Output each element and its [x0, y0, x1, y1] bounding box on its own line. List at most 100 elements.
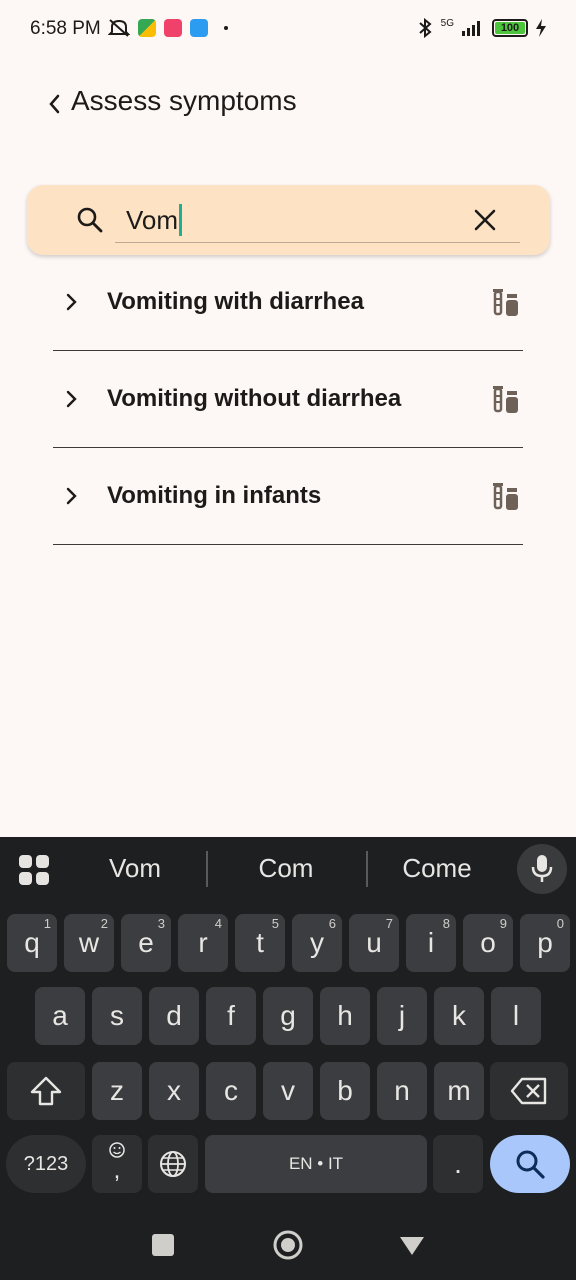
key-hint: 8 [442, 916, 450, 931]
key-hint: 6 [328, 916, 336, 931]
space-key[interactable]: EN • IT [205, 1135, 427, 1193]
symptom-label: Vomiting with diarrhea [107, 288, 364, 315]
expand-chevron-icon [66, 293, 77, 311]
key-label: e [138, 927, 154, 958]
network-type: 5G [440, 17, 454, 29]
key-i[interactable]: i8 [406, 914, 456, 972]
status-system-icons: 5G 100 [417, 18, 546, 38]
key-x[interactable]: x [149, 1062, 199, 1120]
status-time: 6:58 PM [30, 18, 101, 39]
key-hint: 7 [385, 916, 393, 931]
key-label: z [110, 1075, 124, 1106]
keyboard-search-key[interactable] [490, 1135, 570, 1193]
meet-app-icon [138, 19, 156, 37]
key-hint: 0 [556, 916, 564, 931]
shift-key[interactable] [7, 1062, 85, 1120]
back-nav-button[interactable] [398, 1234, 426, 1258]
key-g[interactable]: g [263, 987, 313, 1045]
key-c[interactable]: c [206, 1062, 256, 1120]
grid-cell [19, 872, 32, 885]
mute-icon [108, 19, 130, 37]
key-t[interactable]: t5 [235, 914, 285, 972]
comma-label: , [113, 1157, 121, 1184]
text-caret [179, 204, 183, 237]
expand-chevron-icon [66, 390, 77, 408]
key-w[interactable]: w2 [64, 914, 114, 972]
key-label: p [537, 927, 553, 958]
key-m[interactable]: m [434, 1062, 484, 1120]
key-label: f [227, 1000, 235, 1031]
key-label: s [110, 1000, 124, 1031]
key-s[interactable]: s [92, 987, 142, 1045]
key-f[interactable]: f [206, 987, 256, 1045]
search-input[interactable]: Vom [115, 197, 520, 243]
key-a[interactable]: a [35, 987, 85, 1045]
key-b[interactable]: b [320, 1062, 370, 1120]
app-header: Assess symptoms [0, 70, 576, 134]
signal-icon [462, 21, 480, 36]
grid-cell [19, 855, 32, 868]
key-label: q [24, 927, 40, 958]
keyboard-suggestion-bar: Vom Com Come [0, 837, 576, 903]
home-button[interactable] [271, 1228, 305, 1262]
key-z[interactable]: z [92, 1062, 142, 1120]
grid-cell [36, 855, 49, 868]
key-r[interactable]: r4 [178, 914, 228, 972]
backspace-key[interactable] [490, 1062, 568, 1120]
voice-input-button[interactable] [517, 844, 567, 894]
key-label: l [512, 1000, 520, 1031]
key-j[interactable]: j [377, 987, 427, 1045]
language-key[interactable] [148, 1135, 198, 1193]
symptom-result-item[interactable]: Vomiting in infants [53, 448, 523, 545]
key-label: t [256, 927, 264, 958]
key-label: b [337, 1075, 353, 1106]
symptom-result-item[interactable]: Vomiting without diarrhea [53, 351, 523, 448]
expand-chevron-icon [66, 487, 77, 505]
test-tubes-icon [493, 483, 518, 510]
key-n[interactable]: n [377, 1062, 427, 1120]
key-k[interactable]: k [434, 987, 484, 1045]
key-d[interactable]: d [149, 987, 199, 1045]
page-title: Assess symptoms [71, 85, 297, 116]
symbols-key[interactable]: ?123 [6, 1135, 86, 1193]
key-hint: 2 [100, 916, 108, 931]
grid-cell [36, 872, 49, 885]
status-notification-icons [108, 18, 228, 38]
suggestion-3[interactable]: Come [367, 853, 507, 884]
key-hint: 9 [499, 916, 507, 931]
suggestion-2[interactable]: Com [216, 853, 356, 884]
search-input-text: Vom [126, 204, 183, 238]
key-u[interactable]: u7 [349, 914, 399, 972]
key-l[interactable]: l [491, 987, 541, 1045]
key-v[interactable]: v [263, 1062, 313, 1120]
emoji-comma-key[interactable]: , [92, 1135, 142, 1193]
globe-icon [160, 1151, 186, 1177]
suggestion-1[interactable]: Vom [65, 853, 205, 884]
key-label: w [78, 927, 100, 958]
key-label: g [280, 1000, 296, 1031]
key-label: r [198, 927, 208, 958]
key-y[interactable]: y6 [292, 914, 342, 972]
microphone-icon [531, 855, 553, 882]
key-label: u [366, 927, 382, 958]
key-label: c [224, 1075, 238, 1106]
symptom-results-list: Vomiting with diarrhea Vomiting without … [53, 254, 523, 545]
key-h[interactable]: h [320, 987, 370, 1045]
clear-search-button[interactable] [470, 205, 500, 235]
key-hint: 1 [43, 916, 51, 931]
keyboard-apps-icon[interactable] [19, 855, 49, 885]
period-key[interactable]: . [433, 1135, 483, 1193]
key-p[interactable]: p0 [520, 914, 570, 972]
key-q[interactable]: q1 [7, 914, 57, 972]
key-e[interactable]: e3 [121, 914, 171, 972]
shift-arrow-icon [30, 1076, 62, 1106]
key-hint: 4 [214, 916, 222, 931]
back-button[interactable] [40, 90, 68, 118]
key-label: h [337, 1000, 353, 1031]
back-chevron-icon [49, 94, 60, 114]
search-bar: Vom [27, 185, 550, 255]
key-label: k [452, 1000, 466, 1031]
key-o[interactable]: o9 [463, 914, 513, 972]
symptom-result-item[interactable]: Vomiting with diarrhea [53, 254, 523, 351]
recents-button[interactable] [152, 1234, 174, 1256]
